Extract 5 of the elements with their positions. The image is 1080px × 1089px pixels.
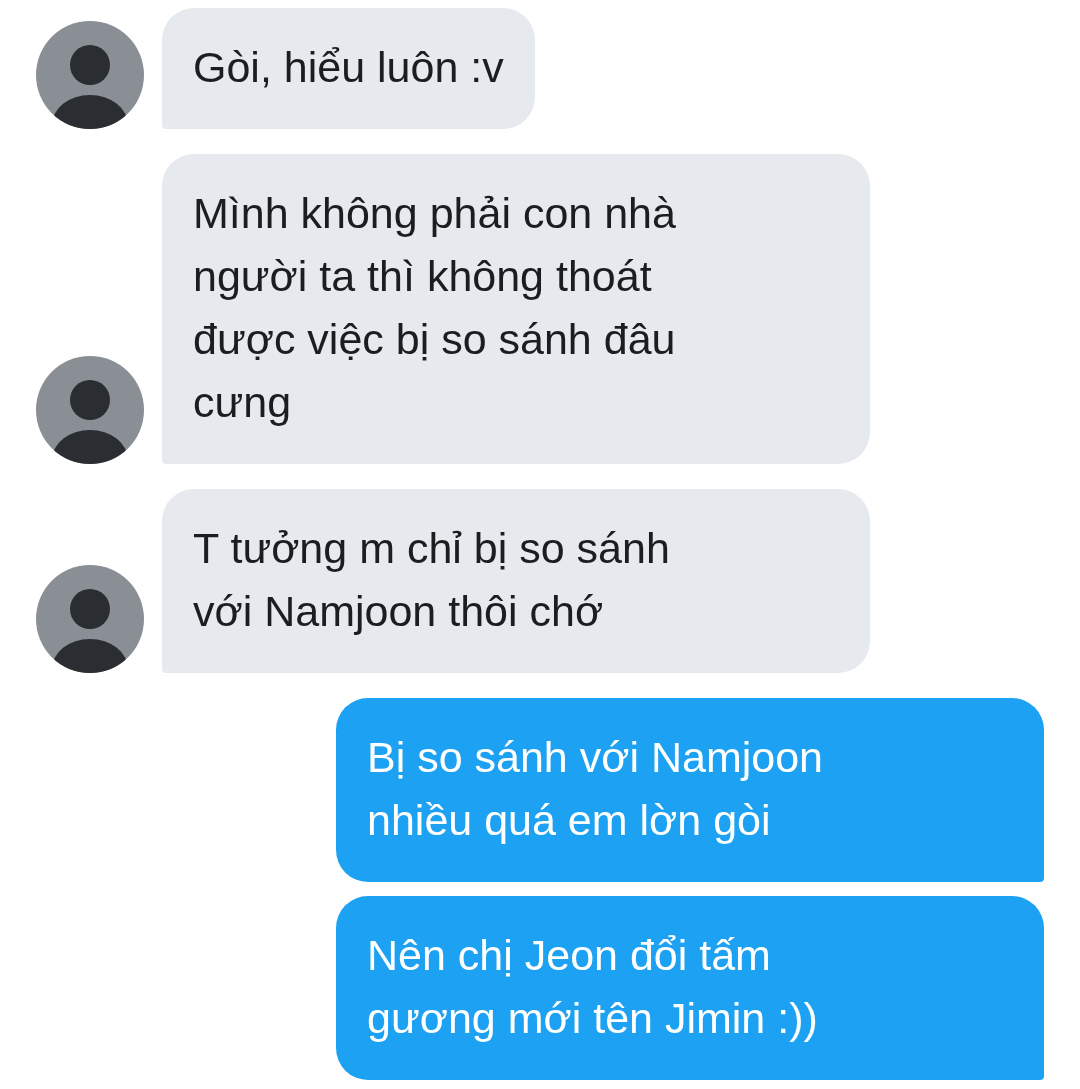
message-bubble: Nên chị Jeon đổi tấm gương mới tên Jimin :))	[336, 896, 1044, 1080]
message-bubble: Bị so sánh với Namjoon nhiều quá em lờn gòi	[336, 698, 1044, 882]
message-bubble: Mình không phải con nhà người ta thì không thoát được việc bị so sánh đâu cưng	[162, 154, 870, 464]
message-bubble: T tưởng m chỉ bị so sánh với Namjoon thôi chớ	[162, 489, 870, 673]
message-bubble: Gòi, hiểu luôn :v	[162, 8, 535, 129]
